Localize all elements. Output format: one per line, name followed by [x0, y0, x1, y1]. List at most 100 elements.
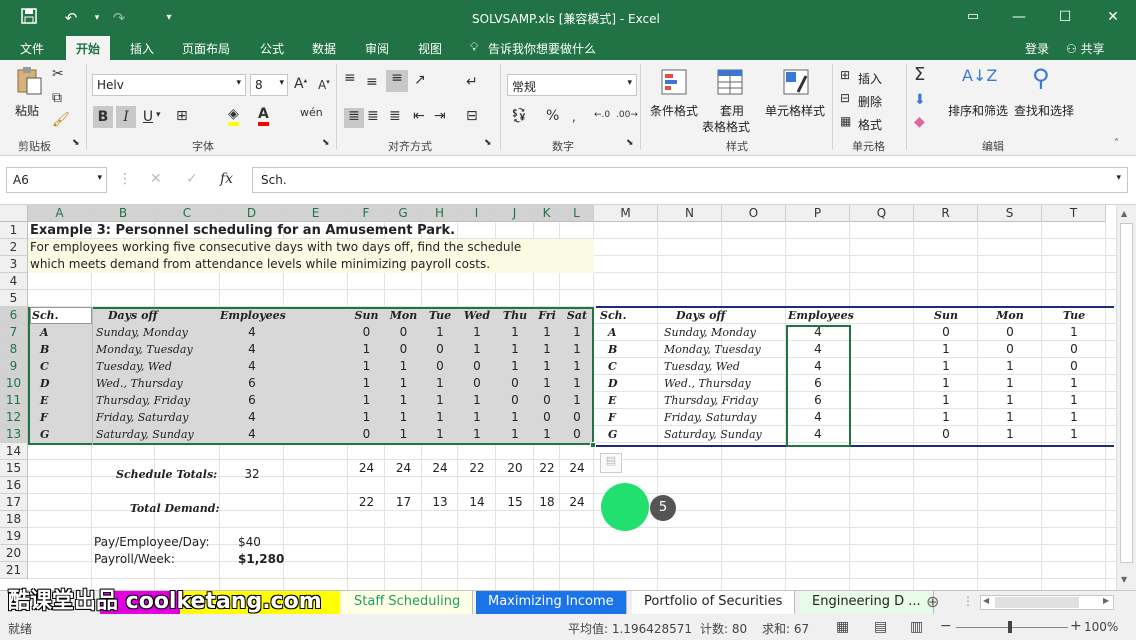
day-value[interactable]: 1	[458, 426, 496, 443]
header-day[interactable]: Fri	[534, 307, 560, 324]
schedule-code[interactable]: D	[608, 375, 618, 392]
days-off-value[interactable]: Saturday, Sunday	[664, 426, 762, 443]
demand-day[interactable]: 13	[422, 494, 458, 511]
header-days-off[interactable]: Days off	[108, 307, 158, 324]
save-icon[interactable]	[18, 8, 40, 28]
table-format-icon[interactable]	[716, 68, 744, 100]
clear-icon[interactable]: ◆	[914, 114, 925, 130]
column-header[interactable]: O	[722, 205, 786, 222]
day-value[interactable]: 0	[496, 392, 534, 409]
day-value[interactable]: 0	[496, 375, 534, 392]
insert-cells-label[interactable]: 插入	[858, 70, 882, 87]
day-value[interactable]: 0	[560, 409, 594, 426]
day-value[interactable]: 1	[496, 341, 534, 358]
day-value[interactable]: 0	[1042, 341, 1106, 358]
employees-value[interactable]: 6	[220, 392, 284, 409]
day-value[interactable]: 0	[458, 358, 496, 375]
row-header[interactable]: 6	[0, 307, 28, 324]
decrease-font-icon[interactable]: A▾	[318, 78, 330, 92]
column-header[interactable]: D	[220, 205, 284, 222]
zoom-in-icon[interactable]: +	[1070, 618, 1082, 634]
pay-value[interactable]: $40	[238, 534, 261, 551]
days-off-value[interactable]: Tuesday, Wed	[96, 358, 172, 375]
days-off-value[interactable]: Thursday, Friday	[96, 392, 190, 409]
days-off-value[interactable]: Saturday, Sunday	[96, 426, 194, 443]
table-format-label-2[interactable]: 表格格式	[702, 118, 750, 135]
schedule-code[interactable]: B	[40, 341, 49, 358]
maximize-button[interactable]: ☐	[1050, 6, 1080, 28]
header-day[interactable]: Tue	[1042, 307, 1106, 324]
column-header[interactable]: S	[978, 205, 1042, 222]
schedule-code[interactable]: C	[608, 358, 617, 375]
day-value[interactable]: 1	[1042, 375, 1106, 392]
tab-portfolio[interactable]: Portfolio of Securities	[632, 591, 796, 614]
column-header[interactable]: C	[155, 205, 220, 222]
day-value[interactable]: 0	[385, 341, 422, 358]
payroll-label[interactable]: Payroll/Week:	[94, 551, 175, 568]
zoom-slider[interactable]	[956, 627, 1068, 628]
row-header[interactable]: 2	[0, 239, 28, 256]
align-center-icon[interactable]: ≣	[367, 108, 379, 124]
day-value[interactable]: 1	[914, 409, 978, 426]
day-value[interactable]: 1	[560, 375, 594, 392]
column-header[interactable]: T	[1042, 205, 1106, 222]
day-value[interactable]: 1	[385, 426, 422, 443]
bold-button[interactable]: B	[93, 106, 113, 128]
column-header[interactable]: I	[458, 205, 496, 222]
day-value[interactable]: 1	[978, 426, 1042, 443]
cell-style-icon[interactable]	[782, 68, 810, 100]
schedule-total-day[interactable]: 24	[385, 460, 422, 477]
day-value[interactable]: 0	[978, 324, 1042, 341]
row-header[interactable]: 13	[0, 426, 28, 443]
menu-home[interactable]: 开始	[66, 36, 111, 60]
merge-center-icon[interactable]: ⊟	[466, 108, 478, 124]
day-value[interactable]: 1	[348, 375, 385, 392]
wrap-text-icon[interactable]: ↵	[466, 74, 478, 90]
day-value[interactable]: 1	[385, 375, 422, 392]
enter-check-icon[interactable]: ✓	[186, 171, 198, 187]
day-value[interactable]: 0	[534, 409, 560, 426]
font-launcher-icon[interactable]: ⬊	[322, 138, 330, 148]
lightbulb-icon[interactable]: 💡︎	[470, 40, 478, 55]
orientation-icon[interactable]: ↗	[414, 72, 426, 88]
page-break-icon[interactable]: ▥	[910, 619, 923, 635]
count-status[interactable]: 计数: 80	[700, 620, 747, 637]
row-header[interactable]: 7	[0, 324, 28, 341]
paste-label[interactable]: 粘贴	[15, 102, 39, 119]
vertical-scrollbar[interactable]: ▲ ▼	[1116, 205, 1136, 590]
normal-view-icon[interactable]: ▦	[836, 619, 849, 635]
day-value[interactable]: 1	[560, 324, 594, 341]
column-header[interactable]: H	[422, 205, 458, 222]
undo-icon[interactable]: ↶	[60, 8, 82, 28]
sort-filter-label[interactable]: 排序和筛选	[948, 102, 1008, 119]
payroll-value[interactable]: $1,280	[238, 551, 284, 568]
employees-value[interactable]: 4	[786, 426, 850, 443]
day-value[interactable]: 1	[385, 358, 422, 375]
align-top-icon[interactable]: ≡	[344, 70, 356, 86]
day-value[interactable]: 1	[496, 426, 534, 443]
day-value[interactable]: 1	[1042, 392, 1106, 409]
header-employees[interactable]: Employees	[788, 307, 854, 324]
day-value[interactable]: 1	[385, 409, 422, 426]
day-value[interactable]: 1	[348, 392, 385, 409]
column-header[interactable]: R	[914, 205, 978, 222]
days-off-value[interactable]: Wed., Thursday	[664, 375, 751, 392]
employees-value[interactable]: 4	[220, 426, 284, 443]
menu-view[interactable]: 视图	[418, 40, 442, 57]
close-button[interactable]: ✕	[1098, 6, 1128, 28]
schedule-total-day[interactable]: 24	[422, 460, 458, 477]
row-header[interactable]: 3	[0, 256, 28, 273]
column-header[interactable]: P	[786, 205, 850, 222]
menu-review[interactable]: 审阅	[365, 40, 389, 57]
day-value[interactable]: 0	[422, 341, 458, 358]
employees-value[interactable]: 4	[220, 324, 284, 341]
day-value[interactable]: 0	[914, 426, 978, 443]
menu-page-layout[interactable]: 页面布局	[182, 40, 230, 57]
schedule-code[interactable]: C	[40, 358, 49, 375]
cancel-icon[interactable]: ✕	[150, 171, 162, 187]
day-value[interactable]: 1	[458, 341, 496, 358]
demand-day[interactable]: 14	[458, 494, 496, 511]
delete-cells-icon[interactable]: ⊟	[840, 91, 850, 105]
italic-button[interactable]: I	[116, 106, 136, 128]
increase-decimal-icon[interactable]: ←.0	[594, 110, 610, 120]
